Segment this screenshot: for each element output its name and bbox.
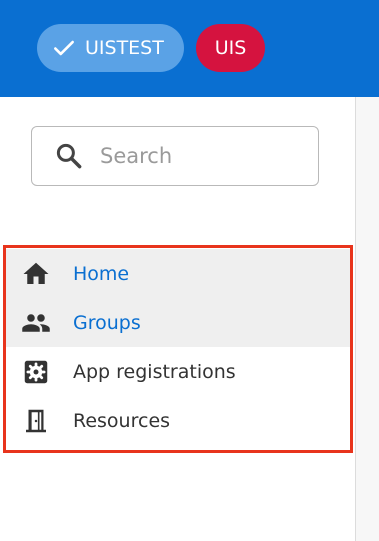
groups-icon	[20, 308, 52, 338]
sidebar-item-home[interactable]: Home	[6, 249, 352, 298]
search-box[interactable]	[31, 126, 319, 186]
sidebar-item-label: Groups	[73, 311, 141, 334]
sidebar-item-resources[interactable]: Resources	[6, 396, 352, 445]
resources-icon	[20, 406, 52, 436]
org-chip[interactable]: UIS	[196, 24, 265, 72]
sidebar-item-groups[interactable]: Groups	[6, 298, 352, 347]
site-chip[interactable]: UISTEST	[37, 24, 184, 72]
app-registrations-icon	[20, 357, 52, 387]
site-chip-label: UISTEST	[85, 37, 164, 59]
sidebar-item-app-registrations[interactable]: App registrations	[6, 347, 352, 396]
sidebar-item-label: Resources	[73, 409, 171, 432]
sidebar-item-label: Home	[73, 262, 130, 285]
search-input[interactable]	[100, 144, 290, 168]
top-app-bar: UISTEST UIS	[0, 0, 379, 97]
sidebar-nav: Home Groups App registrations Resources	[6, 249, 352, 445]
content-area	[356, 97, 379, 541]
home-icon	[20, 259, 52, 289]
check-icon	[54, 40, 74, 56]
org-chip-label: UIS	[214, 37, 247, 59]
search-icon	[56, 143, 82, 169]
sidebar-item-label: App registrations	[73, 360, 236, 383]
